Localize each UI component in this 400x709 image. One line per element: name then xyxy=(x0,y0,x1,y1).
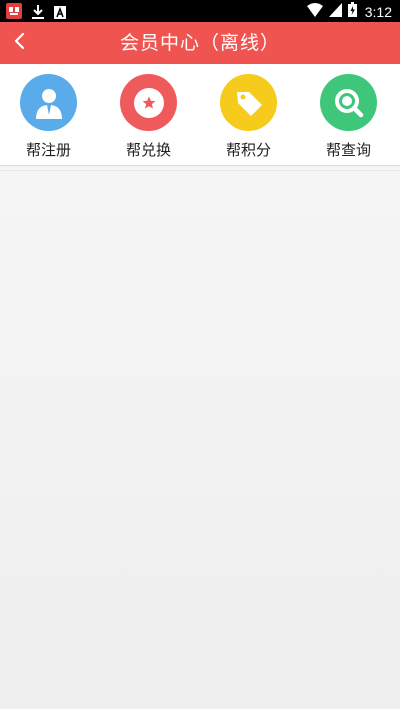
page-title: 会员中心（离线） xyxy=(119,32,280,54)
signal-icon xyxy=(328,2,342,21)
wifi-icon xyxy=(306,2,323,21)
status-bar: 3:12 xyxy=(0,0,400,22)
battery-icon xyxy=(347,2,357,21)
status-left-icons xyxy=(6,3,66,23)
menu-item-points[interactable]: 帮积分 xyxy=(200,64,300,165)
menu-label-points: 帮积分 xyxy=(225,141,271,159)
quick-action-menu: 帮注册 帮兑换 帮积分 帮查询 xyxy=(0,64,400,166)
tag-icon xyxy=(220,74,277,131)
star-icon xyxy=(120,74,177,131)
menu-item-register[interactable]: 帮注册 xyxy=(0,64,100,165)
menu-label-register: 帮注册 xyxy=(25,141,71,159)
search-icon xyxy=(320,74,377,131)
status-right-icons: 3:12 xyxy=(306,2,392,21)
chevron-left-icon xyxy=(13,32,25,54)
menu-label-query: 帮查询 xyxy=(325,141,371,159)
status-time: 3:12 xyxy=(364,3,392,20)
download-icon xyxy=(32,4,44,23)
back-button[interactable] xyxy=(4,27,34,59)
content-divider xyxy=(0,170,400,171)
notification-app-icon xyxy=(6,3,22,23)
menu-label-exchange: 帮兑换 xyxy=(125,141,171,159)
menu-item-query[interactable]: 帮查询 xyxy=(300,64,400,165)
title-bar: 会员中心（离线） xyxy=(0,22,400,64)
menu-item-exchange[interactable]: 帮兑换 xyxy=(100,64,200,165)
user-icon xyxy=(20,74,77,131)
font-app-icon xyxy=(54,4,66,23)
